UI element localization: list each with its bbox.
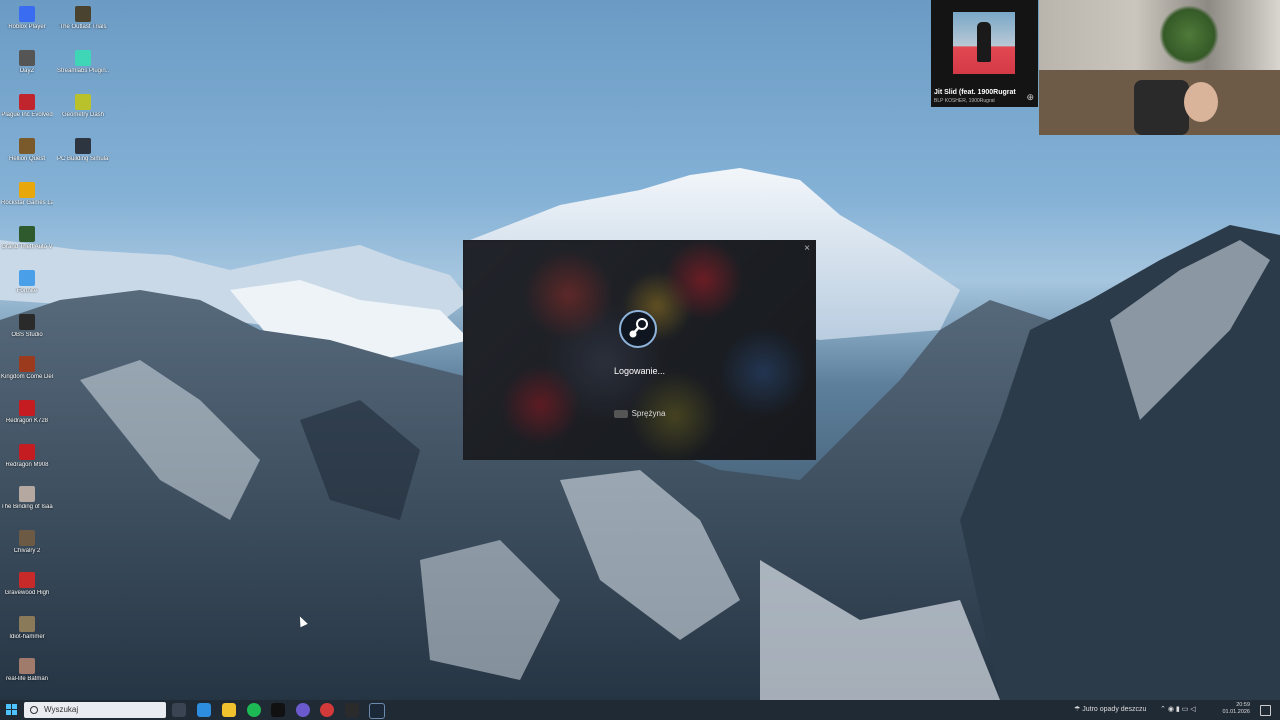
outlast-trials-icon — [75, 6, 91, 22]
desktop-icon-rockstar-launcher[interactable]: Rockstar Games Launcher — [1, 178, 53, 222]
epic-games-icon[interactable] — [345, 703, 359, 717]
clock-time: 20:59 — [1236, 702, 1250, 708]
close-icon[interactable]: × — [804, 243, 810, 254]
volume-icon[interactable]: ◁ — [1190, 706, 1195, 713]
desktop-icon-hellion-quest[interactable]: Hellion Quest — [1, 134, 53, 178]
spotify-icon[interactable] — [247, 703, 261, 717]
desktop-icon-geometry-dash[interactable]: Geometry Dash — [57, 90, 109, 134]
album-art-figure — [977, 22, 991, 62]
obs-studio-icon — [19, 314, 35, 330]
now-playing-overlay: Jit Slid (feat. 1900Rugrat BLP KOSHER, 1… — [931, 0, 1038, 107]
steam-username: Sprężyna — [631, 409, 666, 418]
desktop-icon-obs-studio[interactable]: OBS Studio — [1, 310, 53, 354]
geometry-dash-icon — [75, 94, 91, 110]
weather-icon: ☂ — [1074, 706, 1083, 713]
desktop-icon-pc-building-simulator[interactable]: PC Building Simulator — [57, 134, 109, 178]
microphone-icon[interactable]: ▮ — [1176, 706, 1180, 713]
gta-v-icon — [19, 226, 35, 242]
desktop-icon-streamlabs[interactable]: Streamlabs Plugin... — [57, 46, 109, 90]
app-red-icon[interactable] — [320, 703, 334, 717]
rockstar-launcher-icon — [19, 182, 35, 198]
clock[interactable]: 20:59 01.01.2026 — [1222, 702, 1250, 716]
desktop-icons: Roblox Player The Outlast Trials DayZ St… — [0, 0, 110, 700]
desktop-icon-kingdom-come[interactable]: Kingdom Come Deliverance — [1, 352, 53, 396]
tiktok-icon[interactable] — [271, 703, 285, 717]
dayz-icon — [19, 50, 35, 66]
desktop-icon-gta-v[interactable]: Grand Theft Auto V — [1, 222, 53, 266]
webcam-plant — [1159, 5, 1219, 65]
task-view-icon[interactable] — [172, 703, 186, 717]
steam-logo-icon — [619, 310, 657, 348]
chevron-up-icon[interactable]: ⌃ — [1160, 706, 1166, 713]
kingdom-come-icon — [19, 356, 35, 372]
desktop-icon-fortnite[interactable]: Fortnite — [1, 266, 53, 310]
streamlabs-icon — [75, 50, 91, 66]
desktop-icon-idiot-hammer[interactable]: Idiot-hammer — [1, 612, 53, 656]
redragon-k728-icon — [19, 400, 35, 416]
avatar — [613, 409, 628, 418]
file-explorer-icon[interactable] — [222, 703, 236, 717]
weather-widget[interactable]: ☂ Jutro opady deszczu — [1074, 705, 1146, 713]
now-playing-artist: BLP KOSHER, 1900Rugrat — [934, 98, 995, 104]
desktop-icon-binding-of-isaac[interactable]: The Binding of Isaac Rebirth — [1, 482, 53, 526]
desktop-icon-chivalry-2[interactable]: Chivalry 2 — [1, 526, 53, 570]
desktop-icon-real-life-batman[interactable]: real-life Batman — [1, 654, 53, 698]
desktop-icon-roblox[interactable]: Roblox Player — [1, 2, 53, 46]
desktop-icon-outlast-trials[interactable]: The Outlast Trials — [57, 2, 109, 46]
pc-building-simulator-icon — [75, 138, 91, 154]
weather-text: Jutro opady deszczu — [1082, 706, 1147, 713]
network-icon[interactable]: ◉ — [1168, 706, 1174, 713]
chrome-icon[interactable] — [296, 703, 310, 717]
steam-login-dialog: × Logowanie... Sprężyna — [463, 240, 816, 460]
search-icon — [30, 706, 38, 714]
chivalry-2-icon — [19, 530, 35, 546]
real-life-batman-icon — [19, 658, 35, 674]
desktop-icon-gravewood-high[interactable]: Gravewood High — [1, 568, 53, 612]
notification-icon[interactable] — [1260, 705, 1271, 716]
system-tray[interactable]: ⌃ ◉ ▮ ▭ ◁ — [1160, 705, 1196, 713]
edge-icon[interactable] — [197, 703, 211, 717]
taskbar-search[interactable]: Wyszukaj — [24, 702, 166, 718]
steam-icon[interactable] — [369, 703, 385, 719]
desktop-icon-redragon-k728[interactable]: Redragon K728 — [1, 396, 53, 440]
search-placeholder: Wyszukaj — [44, 705, 79, 714]
login-status: Logowanie... — [613, 366, 666, 376]
roblox-icon — [19, 6, 35, 22]
webcam-person — [1184, 82, 1218, 122]
webcam-feed — [1039, 0, 1280, 135]
now-playing-song: Jit Slid (feat. 1900Rugrat — [934, 89, 1016, 96]
idiot-hammer-icon — [19, 616, 35, 632]
start-button[interactable] — [6, 704, 18, 716]
desktop: Roblox Player The Outlast Trials DayZ St… — [0, 0, 1280, 700]
album-art — [953, 12, 1015, 74]
plague-inc-icon — [19, 94, 35, 110]
gravewood-high-icon — [19, 572, 35, 588]
hellion-quest-icon — [19, 138, 35, 154]
desktop-icon-dayz[interactable]: DayZ — [1, 46, 53, 90]
steam-logo-glyph — [629, 318, 648, 338]
fortnite-icon — [19, 270, 35, 286]
display-icon[interactable]: ▭ — [1182, 706, 1189, 713]
clock-date: 01.01.2026 — [1222, 709, 1250, 715]
taskbar: Wyszukaj ☂ Jutro opady deszczu ⌃ ◉ ▮ ▭ ◁… — [0, 700, 1280, 720]
plus-circle-icon[interactable]: ⊕ — [1026, 92, 1034, 103]
binding-of-isaac-icon — [19, 486, 35, 502]
steam-user[interactable]: Sprężyna — [463, 409, 816, 418]
desktop-icon-redragon-m908[interactable]: Redragon M908 — [1, 440, 53, 484]
webcam-chair — [1134, 80, 1189, 135]
redragon-m908-icon — [19, 444, 35, 460]
desktop-icon-plague-inc[interactable]: Plague Inc Evolved — [1, 90, 53, 134]
